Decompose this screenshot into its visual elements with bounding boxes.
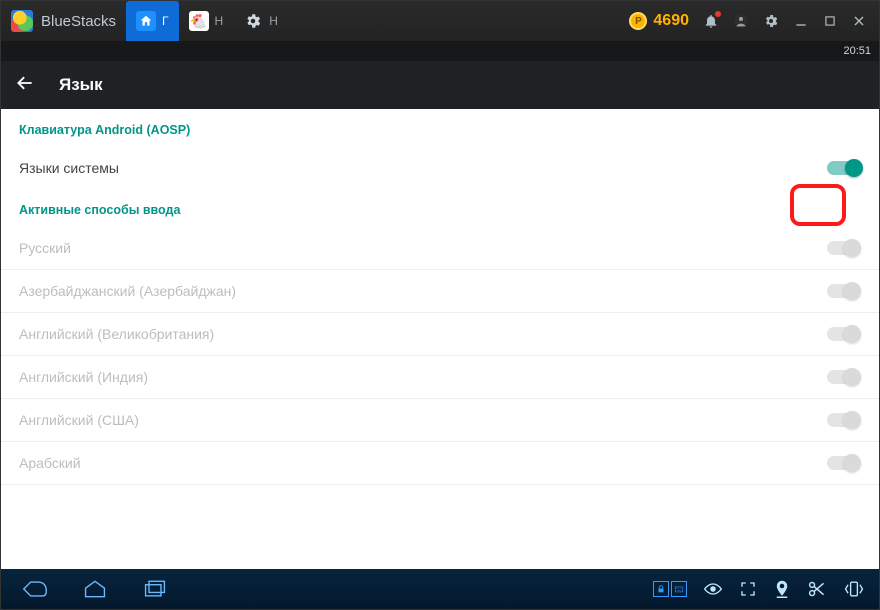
keymap-button[interactable] [653, 581, 687, 597]
tab-hayday[interactable]: 🐔 Н [179, 1, 234, 41]
toggle-lang-azerbaijani [827, 284, 861, 298]
chicken-icon: 🐔 [189, 11, 209, 31]
coin-counter[interactable]: P 4690 [629, 12, 689, 30]
close-button[interactable] [851, 13, 867, 29]
toggle-lang-russian [827, 241, 861, 255]
nav-home-button[interactable] [67, 573, 123, 605]
titlebar-right: P 4690 [629, 12, 879, 30]
coin-count: 4690 [653, 12, 689, 30]
row-lang-label: Английский (Индия) [19, 369, 148, 385]
row-lang-azerbaijani: Азербайджанский (Азербайджан) [1, 270, 879, 313]
section-keyboard-header: Клавиатура Android (AOSP) [1, 109, 879, 147]
navbar-left [7, 573, 183, 605]
shake-button[interactable] [843, 579, 865, 599]
row-lang-label: Английский (США) [19, 412, 139, 428]
section-ime-header: Активные способы ввода [1, 189, 879, 227]
settings-content: Клавиатура Android (AOSP) Языки системы … [1, 109, 879, 569]
navbar-right [653, 579, 873, 599]
keyboard-icon [671, 581, 687, 597]
tab-settings[interactable]: Н [233, 1, 288, 41]
bluestacks-titlebar: BlueStacks Г 🐔 Н Н P 469 [1, 1, 879, 41]
account-button[interactable] [733, 13, 749, 29]
tab-settings-label: Н [269, 14, 278, 28]
toggle-lang-english-in [827, 370, 861, 384]
settings-appbar: Язык [1, 61, 879, 109]
bluestacks-logo-icon [11, 10, 33, 32]
settings-button[interactable] [763, 13, 779, 29]
maximize-button[interactable] [823, 14, 837, 28]
scissors-button[interactable] [807, 580, 827, 598]
page-title: Язык [59, 75, 103, 95]
status-time: 20:51 [843, 45, 871, 57]
android-navbar [1, 569, 879, 609]
notifications-button[interactable] [703, 13, 719, 29]
row-lang-label: Английский (Великобритания) [19, 326, 214, 342]
lock-icon [653, 581, 669, 597]
tab-home[interactable]: Г [126, 1, 179, 41]
nav-recents-button[interactable] [127, 573, 183, 605]
row-lang-english-uk: Английский (Великобритания) [1, 313, 879, 356]
tab-hayday-label: Н [215, 14, 224, 28]
row-lang-english-us: Английский (США) [1, 399, 879, 442]
back-button[interactable] [15, 73, 35, 98]
toggle-system-languages[interactable] [827, 161, 861, 175]
row-lang-russian: Русский [1, 227, 879, 270]
home-icon [136, 11, 156, 31]
tab-strip: Г 🐔 Н Н [126, 1, 288, 41]
fullscreen-button[interactable] [739, 580, 757, 598]
tab-home-label: Г [162, 14, 169, 28]
row-lang-label: Арабский [19, 455, 81, 471]
location-button[interactable] [773, 579, 791, 599]
toggle-lang-english-uk [827, 327, 861, 341]
row-lang-english-in: Английский (Индия) [1, 356, 879, 399]
row-lang-arabic: Арабский [1, 442, 879, 485]
row-system-languages-label: Языки системы [19, 160, 119, 176]
gear-icon [243, 11, 263, 31]
toggle-lang-english-us [827, 413, 861, 427]
minimize-button[interactable] [793, 13, 809, 29]
coin-icon: P [629, 12, 647, 30]
brand: BlueStacks [1, 10, 126, 32]
row-lang-label: Азербайджанский (Азербайджан) [19, 283, 236, 299]
brand-text: BlueStacks [41, 13, 116, 30]
nav-back-button[interactable] [7, 573, 63, 605]
row-system-languages[interactable]: Языки системы [1, 147, 879, 189]
toggle-lang-arabic [827, 456, 861, 470]
eye-button[interactable] [703, 582, 723, 596]
row-lang-label: Русский [19, 240, 71, 256]
android-status-bar: 20:51 [1, 41, 879, 61]
